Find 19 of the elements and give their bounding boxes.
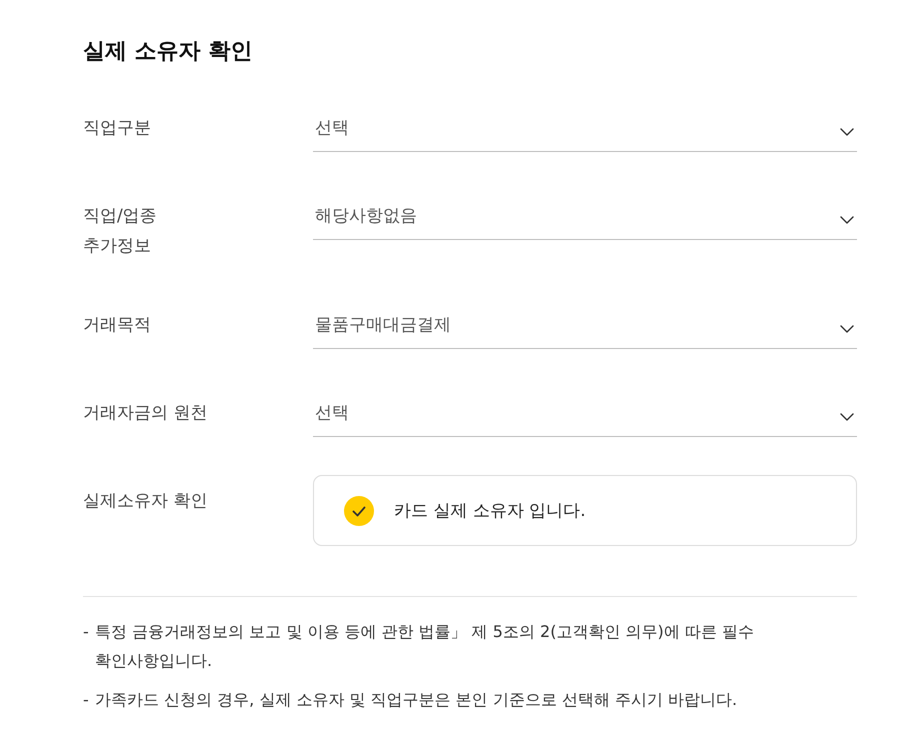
chevron-down-icon <box>840 128 854 136</box>
field-label: 실제소유자 확인 <box>83 490 208 513</box>
dropdown-field[interactable]: 해당사항없음 <box>313 192 857 240</box>
notice-text: 가족카드 신청의 경우, 실제 소유자 및 직업구분은 본인 기준으로 선택해 주시기 바랍니다. <box>95 689 738 711</box>
chevron-down-icon <box>840 412 854 420</box>
notice-text: 특정 금융거래정보의 보고 및 이용 등에 관한 법률」 제 5조의 2(고객확인 의무)에 따른 필수 확인사항입니다. <box>95 621 755 672</box>
chevron-down-icon <box>840 216 854 224</box>
field-label: 직업구분 <box>83 117 152 140</box>
field-label: 직업/업종 추가정보 <box>83 205 158 258</box>
section-title: 실제 소유자 확인 <box>83 38 252 66</box>
dropdown-field[interactable]: 선택 <box>313 389 857 437</box>
dropdown-field[interactable]: 물품구매대금결제 <box>313 301 857 349</box>
field-label: 거래목적 <box>83 314 152 337</box>
note-dash: - <box>83 621 90 643</box>
note-dash: - <box>83 689 90 711</box>
confirmation-checkbox[interactable]: 카드 실제 소유자 입니다. <box>313 475 857 546</box>
field-label: 거래자금의 원천 <box>83 402 208 425</box>
chevron-down-icon <box>840 324 854 332</box>
dropdown-field[interactable]: 선택 <box>313 104 857 152</box>
